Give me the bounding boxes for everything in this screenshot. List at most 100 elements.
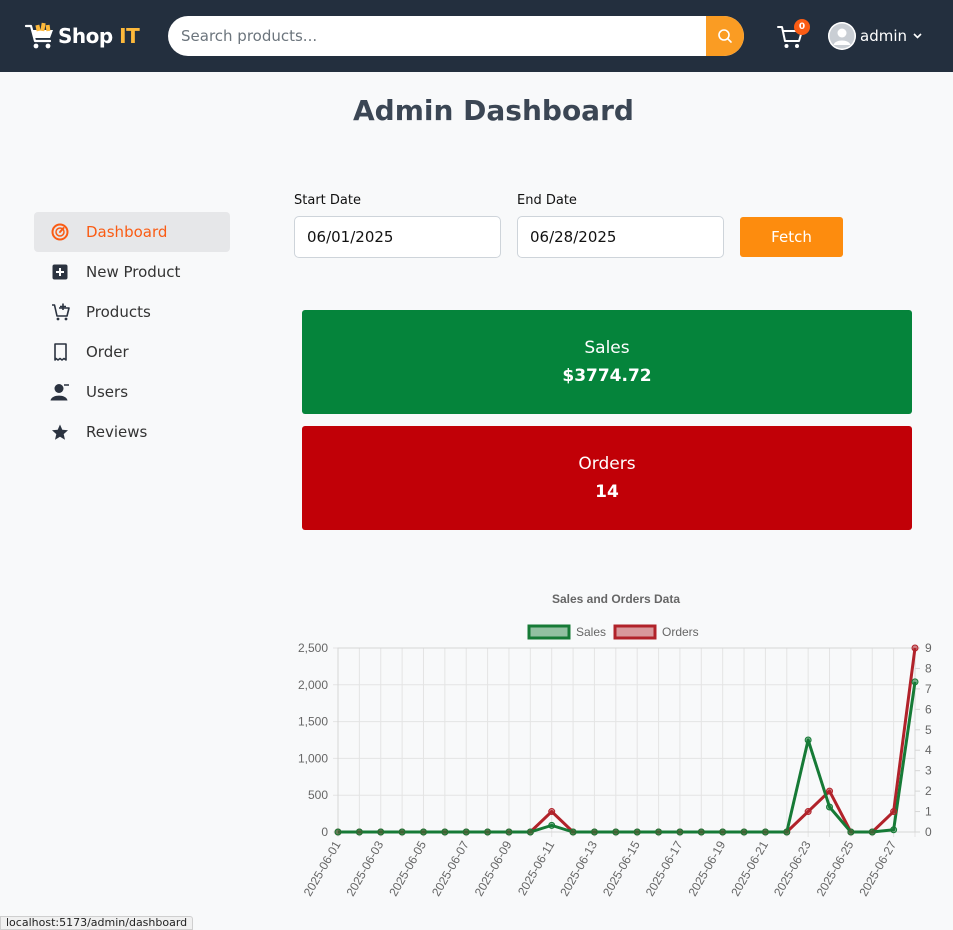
avatar bbox=[828, 22, 856, 50]
sales-card: Sales $3774.72 bbox=[302, 310, 912, 414]
y-left-tick-label: 500 bbox=[308, 788, 328, 802]
data-point-sales bbox=[569, 828, 577, 836]
x-tick-label: 2025-06-15 bbox=[600, 838, 643, 898]
y-right-tick-label: 1 bbox=[925, 805, 932, 819]
y-right-tick-label: 0 bbox=[925, 825, 932, 839]
y-right-tick-label: 2 bbox=[925, 784, 932, 798]
data-point-sales bbox=[676, 828, 684, 836]
x-tick-label: 2025-06-01 bbox=[301, 838, 344, 898]
sales-card-title: Sales bbox=[584, 338, 630, 358]
y-right-tick-label: 8 bbox=[925, 661, 932, 675]
data-point-orders bbox=[548, 808, 556, 816]
cart-plus-icon bbox=[50, 302, 70, 322]
data-point-sales bbox=[419, 828, 427, 836]
data-point-sales bbox=[655, 828, 663, 836]
data-point-sales bbox=[462, 828, 470, 836]
data-point-orders bbox=[804, 808, 812, 816]
gauge-icon bbox=[50, 222, 70, 242]
start-date-label: Start Date bbox=[294, 193, 361, 208]
y-right-tick-label: 3 bbox=[925, 764, 932, 778]
x-tick-label: 2025-06-11 bbox=[515, 838, 558, 898]
sidebar-item-order[interactable]: Order bbox=[34, 332, 230, 372]
data-point-sales bbox=[740, 828, 748, 836]
user-icon bbox=[50, 382, 70, 402]
brand-name: Shop IT bbox=[58, 24, 140, 48]
x-tick-label: 2025-06-21 bbox=[728, 838, 771, 898]
data-point-sales bbox=[633, 828, 641, 836]
data-point-sales bbox=[911, 678, 919, 686]
data-point-sales bbox=[526, 828, 534, 836]
sidebar-item-label: Order bbox=[86, 343, 129, 361]
data-point-sales bbox=[398, 828, 406, 836]
end-date-label: End Date bbox=[517, 193, 577, 208]
data-point-sales bbox=[590, 828, 598, 836]
data-point-sales bbox=[548, 821, 556, 829]
end-date-input[interactable]: 06/28/2025 bbox=[517, 216, 724, 258]
chart-axes: 0 500 1,000 1,500 2,000 2,500 0 1 2 3 4 5 6 7 8 9 2025-0… bbox=[298, 641, 932, 899]
data-point-sales bbox=[334, 828, 342, 836]
search-icon bbox=[718, 29, 732, 43]
data-point-sales bbox=[612, 828, 620, 836]
orders-card-value: 14 bbox=[595, 482, 619, 502]
y-left-tick-label: 1,000 bbox=[298, 751, 328, 765]
cart-count-badge: 0 bbox=[794, 19, 810, 35]
orders-card: Orders 14 bbox=[302, 426, 912, 530]
x-tick-label: 2025-06-23 bbox=[771, 838, 814, 898]
y-right-tick-label: 4 bbox=[925, 743, 932, 757]
y-right-tick-label: 7 bbox=[925, 682, 932, 696]
search-input[interactable] bbox=[168, 16, 706, 56]
search-bar bbox=[168, 16, 744, 56]
star-icon bbox=[50, 422, 70, 442]
y-right-tick-label: 6 bbox=[925, 702, 932, 716]
data-point-sales bbox=[890, 826, 898, 834]
sidebar-item-users[interactable]: Users bbox=[34, 372, 230, 412]
data-point-sales bbox=[761, 828, 769, 836]
legend-label-orders: Orders bbox=[662, 625, 699, 639]
x-tick-label: 2025-06-13 bbox=[557, 838, 600, 898]
data-point-sales bbox=[441, 828, 449, 836]
sidebar-item-reviews[interactable]: Reviews bbox=[34, 412, 230, 452]
x-tick-label: 2025-06-25 bbox=[814, 838, 857, 898]
y-left-tick-label: 2,500 bbox=[298, 641, 328, 655]
legend-swatch-orders bbox=[613, 624, 657, 640]
x-tick-label: 2025-06-19 bbox=[685, 838, 728, 898]
data-point-sales bbox=[868, 828, 876, 836]
sidebar: Dashboard New Product Products Order Use… bbox=[34, 212, 230, 452]
data-point-sales bbox=[505, 828, 513, 836]
x-tick-label: 2025-06-03 bbox=[344, 838, 387, 898]
sales-card-value: $3774.72 bbox=[562, 366, 652, 386]
data-point-sales bbox=[719, 828, 727, 836]
y-left-tick-label: 2,000 bbox=[298, 678, 328, 692]
start-date-input[interactable]: 06/01/2025 bbox=[294, 216, 501, 258]
data-point-sales bbox=[826, 803, 834, 811]
chart-series bbox=[334, 644, 919, 836]
plus-square-icon bbox=[50, 262, 70, 282]
orders-card-title: Orders bbox=[578, 454, 636, 474]
fetch-button[interactable]: Fetch bbox=[740, 217, 843, 257]
x-tick-label: 2025-06-09 bbox=[472, 838, 515, 898]
sidebar-item-label: Users bbox=[86, 383, 129, 401]
data-point-orders bbox=[826, 787, 834, 795]
data-point-orders bbox=[911, 644, 919, 652]
sidebar-item-products[interactable]: Products bbox=[34, 292, 230, 332]
data-point-sales bbox=[697, 828, 705, 836]
shopping-cart-logo-icon bbox=[24, 22, 53, 49]
data-point-sales bbox=[804, 736, 812, 744]
y-left-tick-label: 0 bbox=[321, 825, 328, 839]
sidebar-item-dashboard[interactable]: Dashboard bbox=[34, 212, 230, 252]
browser-status-url: localhost:5173/admin/dashboard bbox=[0, 916, 194, 930]
data-point-sales bbox=[355, 828, 363, 836]
x-tick-label: 2025-06-27 bbox=[856, 838, 899, 898]
data-point-orders bbox=[890, 808, 898, 816]
user-menu[interactable]: admin bbox=[828, 22, 922, 50]
y-right-tick-label: 5 bbox=[925, 723, 932, 737]
default-avatar-icon bbox=[828, 22, 856, 50]
data-point-sales bbox=[484, 828, 492, 836]
sidebar-item-label: Products bbox=[86, 303, 151, 321]
x-tick-label: 2025-06-07 bbox=[429, 838, 472, 898]
data-point-sales bbox=[847, 828, 855, 836]
sidebar-item-new-product[interactable]: New Product bbox=[34, 252, 230, 292]
chart-legend: Sales Orders bbox=[527, 624, 699, 640]
search-button[interactable] bbox=[706, 16, 744, 56]
brand-logo[interactable]: Shop IT bbox=[24, 18, 140, 54]
